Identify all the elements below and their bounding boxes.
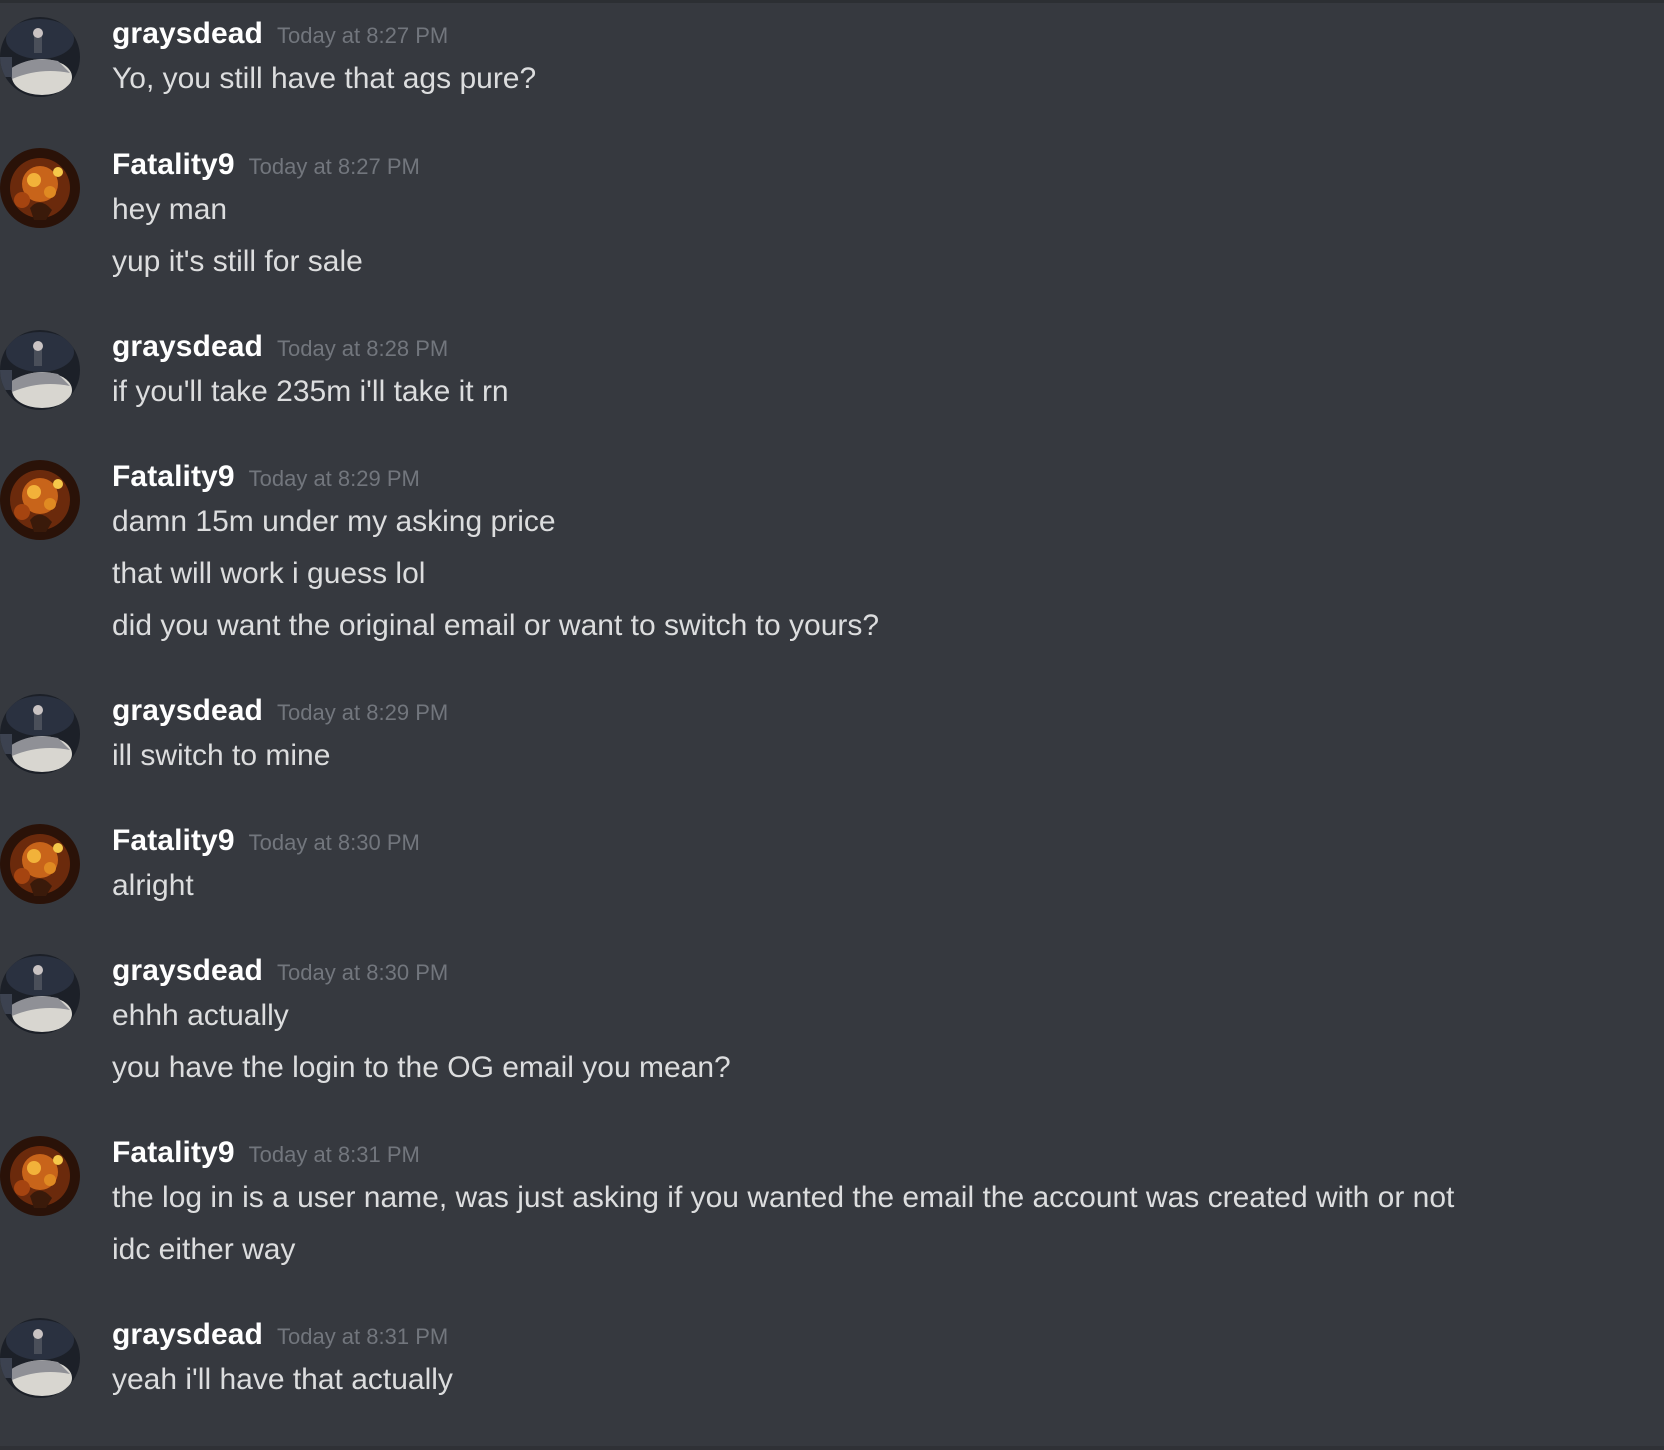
chat-messages: graysdead Today at 8:27 PM Yo, you still … [0, 0, 1664, 1450]
message-header: graysdead Today at 8:30 PM [112, 954, 448, 994]
message-header: graysdead Today at 8:28 PM [112, 330, 448, 370]
username[interactable]: graysdead [112, 17, 263, 51]
username[interactable]: graysdead [112, 954, 263, 988]
graysdead-avatar-icon[interactable] [0, 954, 80, 1034]
message-text: yeah i'll have that actually [112, 1363, 453, 1396]
timestamp[interactable]: Today at 8:30 PM [249, 830, 420, 856]
username[interactable]: Fatality9 [112, 148, 235, 182]
fatality9-avatar-icon[interactable] [0, 460, 80, 540]
message-header: graysdead Today at 8:31 PM [112, 1318, 448, 1358]
message-text: you have the login to the OG email you m… [112, 1051, 731, 1084]
username[interactable]: Fatality9 [112, 824, 235, 858]
message-text: damn 15m under my asking price [112, 505, 556, 538]
message-text: yup it's still for sale [112, 245, 363, 278]
timestamp[interactable]: Today at 8:27 PM [249, 154, 420, 180]
message-text: ill switch to mine [112, 739, 331, 772]
fatality9-avatar-icon[interactable] [0, 148, 80, 228]
message-text: if you'll take 235m i'll take it rn [112, 375, 509, 408]
bottom-divider [0, 1446, 1664, 1450]
timestamp[interactable]: Today at 8:30 PM [277, 960, 448, 986]
timestamp[interactable]: Today at 8:31 PM [277, 1324, 448, 1350]
graysdead-avatar-icon[interactable] [0, 694, 80, 774]
fatality9-avatar-icon[interactable] [0, 824, 80, 904]
message-header: Fatality9 Today at 8:31 PM [112, 1136, 420, 1176]
graysdead-avatar-icon[interactable] [0, 1318, 80, 1398]
message-header: graysdead Today at 8:29 PM [112, 694, 448, 734]
message-text: that will work i guess lol [112, 557, 426, 590]
username[interactable]: graysdead [112, 1318, 263, 1352]
timestamp[interactable]: Today at 8:27 PM [277, 23, 448, 49]
message-text: the log in is a user name, was just aski… [112, 1181, 1455, 1214]
graysdead-avatar-icon[interactable] [0, 330, 80, 410]
message-header: Fatality9 Today at 8:30 PM [112, 824, 420, 864]
graysdead-avatar-icon[interactable] [0, 17, 80, 97]
username[interactable]: Fatality9 [112, 460, 235, 494]
username[interactable]: Fatality9 [112, 1136, 235, 1170]
timestamp[interactable]: Today at 8:31 PM [249, 1142, 420, 1168]
username[interactable]: graysdead [112, 694, 263, 728]
message-text: did you want the original email or want … [112, 609, 880, 642]
username[interactable]: graysdead [112, 330, 263, 364]
fatality9-avatar-icon[interactable] [0, 1136, 80, 1216]
timestamp[interactable]: Today at 8:29 PM [277, 700, 448, 726]
timestamp[interactable]: Today at 8:29 PM [249, 466, 420, 492]
message-text: idc either way [112, 1233, 296, 1266]
message-text: hey man [112, 193, 228, 226]
message-text: ehhh actually [112, 999, 289, 1032]
message-header: Fatality9 Today at 8:27 PM [112, 148, 420, 188]
timestamp[interactable]: Today at 8:28 PM [277, 336, 448, 362]
message-text: alright [112, 869, 194, 902]
message-text: Yo, you still have that ags pure? [112, 62, 537, 95]
message-header: Fatality9 Today at 8:29 PM [112, 460, 420, 500]
message-header: graysdead Today at 8:27 PM [112, 17, 448, 57]
